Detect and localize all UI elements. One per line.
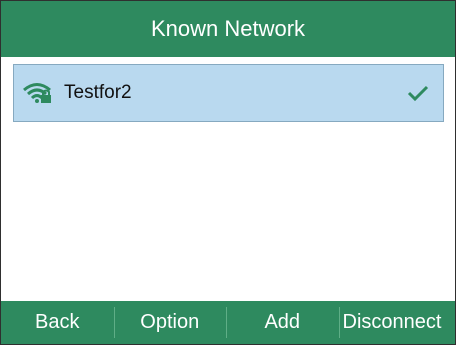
disconnect-button[interactable]: Disconnect xyxy=(338,301,456,344)
network-name: Testfor2 xyxy=(64,82,132,103)
option-button[interactable]: Option xyxy=(113,301,227,344)
network-list: Testfor2 xyxy=(1,57,455,301)
back-button[interactable]: Back xyxy=(1,301,114,344)
known-network-screen: Known Network Testfor2 Back Option Add D… xyxy=(0,0,456,345)
wifi-locked-icon xyxy=(23,83,51,103)
softkey-bar: Back Option Add Disconnect xyxy=(1,301,455,344)
network-item-testfor2[interactable]: Testfor2 xyxy=(13,64,444,122)
check-icon xyxy=(407,85,429,102)
add-button[interactable]: Add xyxy=(226,301,339,344)
page-title: Known Network xyxy=(1,1,455,57)
